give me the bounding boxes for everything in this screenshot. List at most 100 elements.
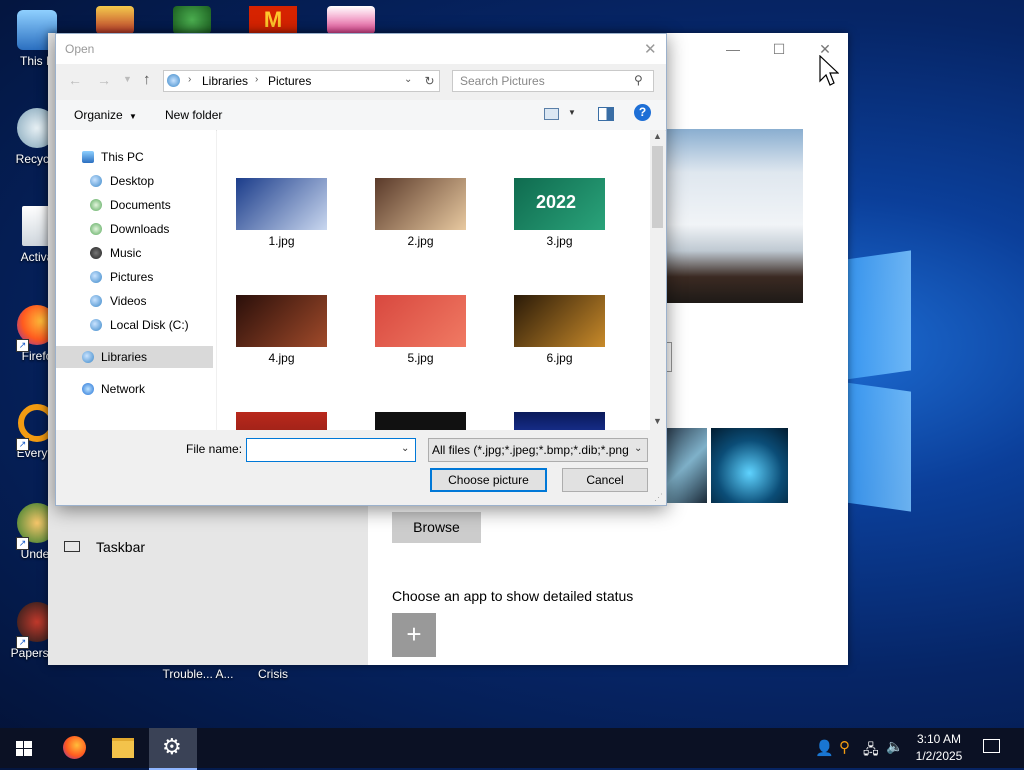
clock[interactable]: 3:10 AM 1/2/2025 xyxy=(908,728,970,768)
file-type-value: All files (*.jpg;*.jpeg;*.bmp;*.dib;*.pn… xyxy=(432,443,629,457)
network-tray-icon[interactable]: 🖧 xyxy=(863,739,879,763)
file-thumbnail[interactable] xyxy=(514,295,605,347)
maximize-button[interactable]: ☐ xyxy=(764,41,794,61)
nav-this-pc[interactable]: This PC xyxy=(56,146,213,168)
libraries-icon xyxy=(167,74,180,87)
recent-picture-thumbnail[interactable] xyxy=(711,428,788,503)
scroll-down-icon[interactable]: ▼ xyxy=(653,416,662,426)
volume-muted-icon[interactable]: 🔈 xyxy=(886,738,903,755)
resize-grip-icon[interactable]: ⋰ xyxy=(654,492,663,503)
search-input[interactable]: Search Pictures ⚲ xyxy=(452,70,654,92)
address-bar[interactable]: › Libraries › Pictures ⌄ xyxy=(163,70,421,92)
file-thumbnail[interactable] xyxy=(236,412,327,430)
chevron-down-icon: ⌄ xyxy=(634,443,643,454)
desktop-icon-mcdonalds[interactable]: M xyxy=(249,6,297,34)
back-arrow-icon[interactable]: ← xyxy=(68,72,82,88)
folder-icon xyxy=(112,738,134,758)
shortcut-arrow-icon: ↗ xyxy=(16,339,29,352)
nav-videos[interactable]: Videos xyxy=(56,290,213,312)
file-name-label: 5.jpg xyxy=(407,351,434,365)
network-icon xyxy=(82,383,94,395)
view-dropdown-icon[interactable]: ▼ xyxy=(568,108,576,117)
breadcrumb-separator-icon: › xyxy=(255,74,259,85)
music-icon xyxy=(90,247,102,259)
add-app-button[interactable]: + xyxy=(392,613,436,657)
chevron-down-icon[interactable]: ⌄ xyxy=(401,443,409,454)
breadcrumb-libraries[interactable]: Libraries xyxy=(202,74,248,88)
browse-button[interactable]: Browse xyxy=(392,512,481,543)
nav-documents[interactable]: Documents xyxy=(56,194,213,216)
nav-music[interactable]: Music xyxy=(56,242,213,264)
breadcrumb-pictures[interactable]: Pictures xyxy=(268,74,311,88)
choose-picture-button[interactable]: Choose picture xyxy=(430,468,547,492)
file-name-label: 2.jpg xyxy=(407,234,434,248)
taskbar-settings[interactable]: ⚙ xyxy=(149,728,197,770)
recent-picture-thumbnail[interactable] xyxy=(665,428,707,503)
navigation-pane: This PC Desktop Documents Downloads Musi… xyxy=(56,130,216,430)
magnifier-tray-icon[interactable]: ⚲ xyxy=(839,738,850,756)
taskbar-firefox[interactable] xyxy=(50,728,98,768)
new-folder-button[interactable]: New folder xyxy=(165,108,222,122)
file-thumbnail[interactable] xyxy=(375,178,466,230)
nav-network[interactable]: Network xyxy=(56,378,213,400)
nav-local-disk[interactable]: Local Disk (C:) xyxy=(56,314,213,336)
disk-icon xyxy=(90,319,102,331)
search-placeholder: Search Pictures xyxy=(460,74,545,88)
file-name-label: 4.jpg xyxy=(268,351,295,365)
cancel-button[interactable]: Cancel xyxy=(562,468,648,492)
start-button[interactable] xyxy=(0,728,48,768)
desktop-icon-photo-app[interactable] xyxy=(96,6,134,34)
file-thumbnail[interactable]: 2022 xyxy=(514,178,605,230)
videos-icon xyxy=(90,295,102,307)
nav-desktop[interactable]: Desktop xyxy=(56,170,213,192)
organize-button[interactable]: Organize ▼ xyxy=(74,108,137,122)
nav-libraries[interactable]: Libraries xyxy=(56,346,213,368)
help-icon[interactable]: ? xyxy=(634,104,651,121)
vertical-scrollbar[interactable]: ▲ ▼ xyxy=(650,130,665,430)
file-thumbnail[interactable] xyxy=(236,178,327,230)
file-thumbnail[interactable] xyxy=(375,295,466,347)
libraries-icon xyxy=(82,351,94,363)
file-name-label: File name: xyxy=(186,442,243,456)
address-dropdown-icon[interactable]: ⌄ xyxy=(404,74,412,85)
people-icon[interactable]: 👤 xyxy=(815,739,834,757)
open-file-dialog: Open ✕ ← → ▼ ↑ › Libraries › Pictures ⌄ … xyxy=(55,33,667,506)
taskbar-file-explorer[interactable] xyxy=(99,728,147,768)
search-icon: ⚲ xyxy=(634,73,643,87)
notification-center-icon[interactable] xyxy=(983,739,1000,753)
preview-pane-icon[interactable] xyxy=(598,107,614,121)
file-list: 1.jpg 2.jpg 2022 3.jpg 4.jpg 5.jpg 6.jpg xyxy=(217,130,650,430)
computer-icon xyxy=(82,151,94,163)
windows-logo-wallpaper xyxy=(845,250,915,515)
shortcut-arrow-icon: ↗ xyxy=(16,438,29,451)
scrollbar-thumb[interactable] xyxy=(652,146,663,228)
shortcut-arrow-icon: ↗ xyxy=(16,537,29,550)
forward-arrow-icon[interactable]: → xyxy=(97,72,111,88)
scroll-up-icon[interactable]: ▲ xyxy=(653,131,662,141)
file-thumbnail[interactable] xyxy=(514,412,605,430)
dialog-close-icon[interactable]: ✕ xyxy=(644,40,657,58)
minimize-button[interactable]: — xyxy=(718,41,748,61)
pictures-icon xyxy=(90,271,102,283)
nav-downloads[interactable]: Downloads xyxy=(56,218,213,240)
nav-pictures[interactable]: Pictures xyxy=(56,266,213,288)
file-thumbnail[interactable] xyxy=(236,295,327,347)
up-arrow-icon[interactable]: ↑ xyxy=(143,71,151,88)
file-type-select[interactable]: All files (*.jpg;*.jpeg;*.bmp;*.dib;*.pn… xyxy=(428,438,648,462)
taskbar-nav-item[interactable]: Taskbar xyxy=(62,537,352,559)
detailed-status-label: Choose an app to show detailed status xyxy=(392,588,634,604)
refresh-button[interactable]: ↻ xyxy=(420,70,440,92)
dialog-toolbar: Organize ▼ New folder ▼ ? xyxy=(56,100,666,131)
downloads-icon xyxy=(90,223,102,235)
file-name-input[interactable]: ⌄ xyxy=(246,438,416,462)
desktop-icon-anime[interactable] xyxy=(327,6,375,34)
shortcut-arrow-icon: ↗ xyxy=(16,636,29,649)
background-preview-image xyxy=(665,129,803,303)
desktop-icon-crisis[interactable]: Crisis xyxy=(238,667,308,681)
file-thumbnail[interactable] xyxy=(375,412,466,430)
desktop-icon-trouble[interactable]: Trouble... A... xyxy=(158,667,238,681)
desktop-icon-game[interactable] xyxy=(173,6,211,34)
firefox-icon xyxy=(63,736,86,759)
recent-dropdown-icon[interactable]: ▼ xyxy=(123,74,132,84)
view-options-icon[interactable] xyxy=(544,108,559,120)
